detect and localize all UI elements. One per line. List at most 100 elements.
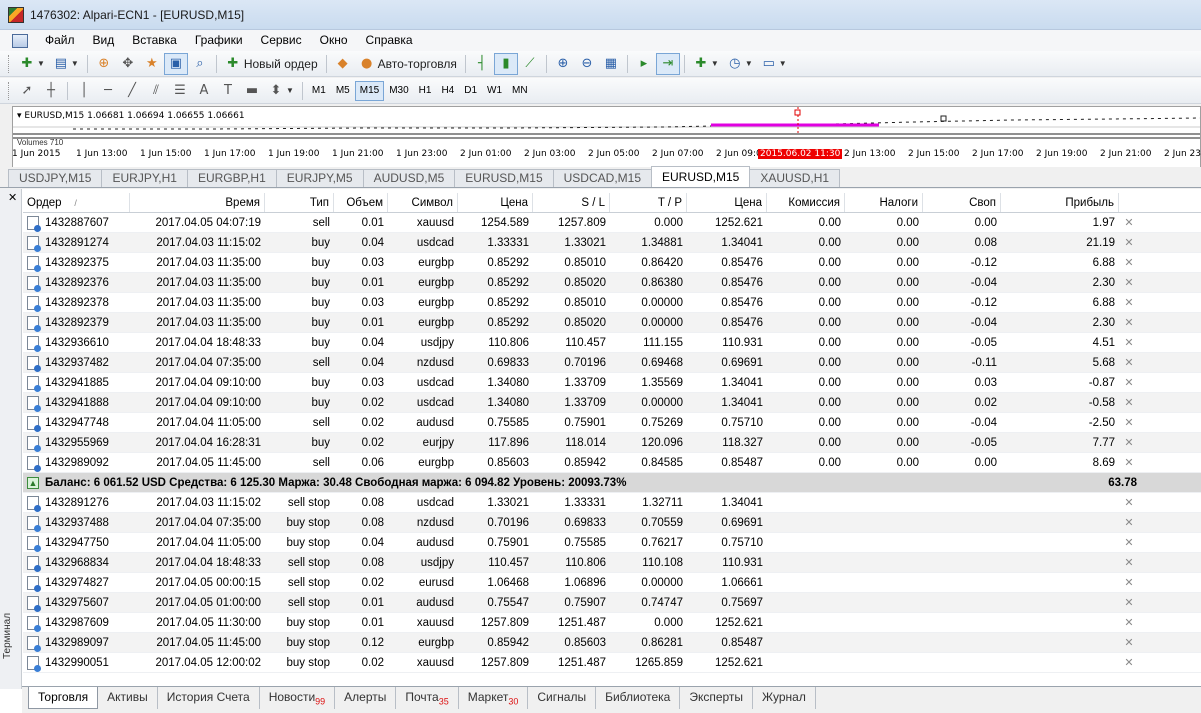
- navigator-button[interactable]: ★: [140, 53, 164, 75]
- column-header-sl[interactable]: S / L: [533, 193, 610, 212]
- close-order-icon[interactable]: ✕: [1119, 373, 1139, 392]
- strategy-tester-button[interactable]: ⌕: [188, 53, 212, 75]
- close-order-icon[interactable]: ✕: [1119, 593, 1139, 612]
- terminal-tab[interactable]: Новости99: [260, 687, 336, 709]
- position-row[interactable]: 1432891274 2017.04.03 11:15:02 buy 0.04 usdc…: [23, 233, 1201, 253]
- chart-tab[interactable]: EURJPY,H1: [101, 169, 188, 187]
- terminal-tab[interactable]: Эксперты: [680, 687, 754, 709]
- position-row[interactable]: 1432947748 2017.04.04 11:05:00 sell 0.02 aud…: [23, 413, 1201, 433]
- timeframe-h1[interactable]: H1: [414, 81, 437, 101]
- terminal-tab[interactable]: История Счета: [158, 687, 260, 709]
- close-order-icon[interactable]: ✕: [1119, 333, 1139, 352]
- pending-order-row[interactable]: 1432937488 2017.04.04 07:35:00 buy stop 0.0…: [23, 513, 1201, 533]
- bar-chart-button[interactable]: ┤: [470, 53, 494, 75]
- terminal-tab[interactable]: Библиотека: [596, 687, 681, 709]
- trendline-button[interactable]: ╱: [120, 80, 144, 102]
- close-order-icon[interactable]: ✕: [1119, 273, 1139, 292]
- zoom-out-button[interactable]: ⊖: [575, 53, 599, 75]
- menu-help[interactable]: Справка: [357, 30, 422, 51]
- position-row[interactable]: 1432892378 2017.04.03 11:35:00 buy 0.03 eurg…: [23, 293, 1201, 313]
- timeframe-m5[interactable]: M5: [331, 81, 355, 101]
- terminal-tab[interactable]: Алерты: [335, 687, 397, 709]
- line-chart-button[interactable]: ⟋: [518, 53, 542, 75]
- pending-order-row[interactable]: 1432891276 2017.04.03 11:15:02 sell stop 0.…: [23, 493, 1201, 513]
- close-order-icon[interactable]: ✕: [1119, 513, 1139, 532]
- column-header-commission[interactable]: Комиссия: [767, 193, 845, 212]
- column-header-order[interactable]: Ордер /: [23, 193, 130, 212]
- pending-order-row[interactable]: 1432975607 2017.04.05 01:00:00 sell stop 0.…: [23, 593, 1201, 613]
- autotrading-button[interactable]: ● Авто-торговля: [355, 53, 461, 75]
- column-header-current-price[interactable]: Цена: [687, 193, 767, 212]
- terminal-tab[interactable]: Маркет30: [459, 687, 529, 709]
- pending-order-row[interactable]: 1432968834 2017.04.04 18:48:33 sell stop 0.…: [23, 553, 1201, 573]
- toolbar-grip[interactable]: [8, 54, 11, 73]
- column-header-type[interactable]: Тип: [265, 193, 334, 212]
- auto-scroll-button[interactable]: ▸: [632, 53, 656, 75]
- horizontal-line-button[interactable]: ─: [96, 80, 120, 102]
- terminal-tab[interactable]: Активы: [98, 687, 158, 709]
- close-order-icon[interactable]: ✕: [1119, 233, 1139, 252]
- menu-window[interactable]: Окно: [311, 30, 357, 51]
- menu-view[interactable]: Вид: [84, 30, 124, 51]
- channel-button[interactable]: ⫽: [144, 80, 168, 102]
- column-header-volume[interactable]: Объем: [334, 193, 388, 212]
- position-row[interactable]: 1432892376 2017.04.03 11:35:00 buy 0.01 eurg…: [23, 273, 1201, 293]
- terminal-tab[interactable]: Сигналы: [528, 687, 597, 709]
- pending-order-row[interactable]: 1432989097 2017.04.05 11:45:00 buy stop 0.1…: [23, 633, 1201, 653]
- pending-order-row[interactable]: 1432947750 2017.04.04 11:05:00 buy stop 0.0…: [23, 533, 1201, 553]
- close-order-icon[interactable]: ✕: [1119, 573, 1139, 592]
- metaeditor-button[interactable]: ◆: [331, 53, 355, 75]
- close-order-icon[interactable]: ✕: [1119, 533, 1139, 552]
- zoom-in-button[interactable]: ⊕: [551, 53, 575, 75]
- arrows-button[interactable]: ▬: [240, 80, 264, 102]
- position-row[interactable]: 1432892379 2017.04.03 11:35:00 buy 0.01 eurg…: [23, 313, 1201, 333]
- candlestick-button[interactable]: ▮: [493, 52, 518, 75]
- chart-tab[interactable]: AUDUSD,M5: [362, 169, 456, 187]
- timeframe-m30[interactable]: M30: [384, 81, 413, 101]
- crosshair-button[interactable]: ┼: [39, 80, 63, 102]
- close-order-icon[interactable]: ✕: [1119, 253, 1139, 272]
- chart-tab[interactable]: EURGBP,H1: [186, 169, 277, 187]
- close-icon[interactable]: ✕: [8, 191, 17, 204]
- close-order-icon[interactable]: ✕: [1119, 213, 1139, 232]
- text-label-button[interactable]: T: [216, 80, 240, 102]
- position-row[interactable]: 1432955969 2017.04.04 16:28:31 buy 0.02 eurj…: [23, 433, 1201, 453]
- column-header-price[interactable]: Цена: [458, 193, 533, 212]
- text-button[interactable]: A: [192, 80, 216, 102]
- vertical-line-button[interactable]: │: [72, 80, 96, 102]
- chart-tab[interactable]: EURJPY,M5: [275, 169, 364, 187]
- new-order-button[interactable]: ✚ Новый ордер: [221, 53, 322, 75]
- position-row[interactable]: 1432887607 2017.04.05 04:07:19 sell 0.01 xau…: [23, 213, 1201, 233]
- close-order-icon[interactable]: ✕: [1119, 433, 1139, 452]
- toolbar-grip[interactable]: [8, 81, 11, 100]
- chart-tab-active[interactable]: EURUSD,M15: [651, 166, 751, 187]
- menu-charts[interactable]: Графики: [186, 30, 252, 51]
- position-row[interactable]: 1432937482 2017.04.04 07:35:00 sell 0.04 nzd…: [23, 353, 1201, 373]
- close-order-icon[interactable]: ✕: [1119, 553, 1139, 572]
- close-order-icon[interactable]: ✕: [1119, 293, 1139, 312]
- close-order-icon[interactable]: ✕: [1119, 653, 1139, 672]
- tile-windows-button[interactable]: ▦: [599, 53, 623, 75]
- close-order-icon[interactable]: ✕: [1119, 633, 1139, 652]
- pending-order-row[interactable]: 1432974827 2017.04.05 00:00:15 sell stop 0.…: [23, 573, 1201, 593]
- column-header-time[interactable]: Время: [130, 193, 265, 212]
- close-order-icon[interactable]: ✕: [1119, 393, 1139, 412]
- timeframe-mn[interactable]: MN: [507, 81, 533, 101]
- position-row[interactable]: 1432941888 2017.04.04 09:10:00 buy 0.02 usdc…: [23, 393, 1201, 413]
- menu-insert[interactable]: Вставка: [123, 30, 186, 51]
- column-header-tp[interactable]: T / P: [610, 193, 687, 212]
- column-header-profit[interactable]: Прибыль: [1001, 193, 1119, 212]
- terminal-tab[interactable]: Торговля: [28, 687, 99, 709]
- close-order-icon[interactable]: ✕: [1119, 413, 1139, 432]
- chart-tab[interactable]: USDJPY,M15: [8, 169, 103, 187]
- terminal-tab[interactable]: Почта35: [396, 687, 459, 709]
- position-row[interactable]: 1432941885 2017.04.04 09:10:00 buy 0.03 usdc…: [23, 373, 1201, 393]
- position-row[interactable]: 1432892375 2017.04.03 11:35:00 buy 0.03 eurg…: [23, 253, 1201, 273]
- document-menu-icon[interactable]: [12, 33, 28, 48]
- chart-tab[interactable]: EURUSD,M15: [454, 169, 554, 187]
- periods-button[interactable]: ◷ ▼: [723, 53, 757, 75]
- timeframe-m15[interactable]: M15: [354, 80, 385, 101]
- terminal-tab[interactable]: Журнал: [753, 687, 816, 709]
- pending-order-row[interactable]: 1432987609 2017.04.05 11:30:00 buy stop 0.0…: [23, 613, 1201, 633]
- market-watch-button[interactable]: ⊕: [92, 53, 116, 75]
